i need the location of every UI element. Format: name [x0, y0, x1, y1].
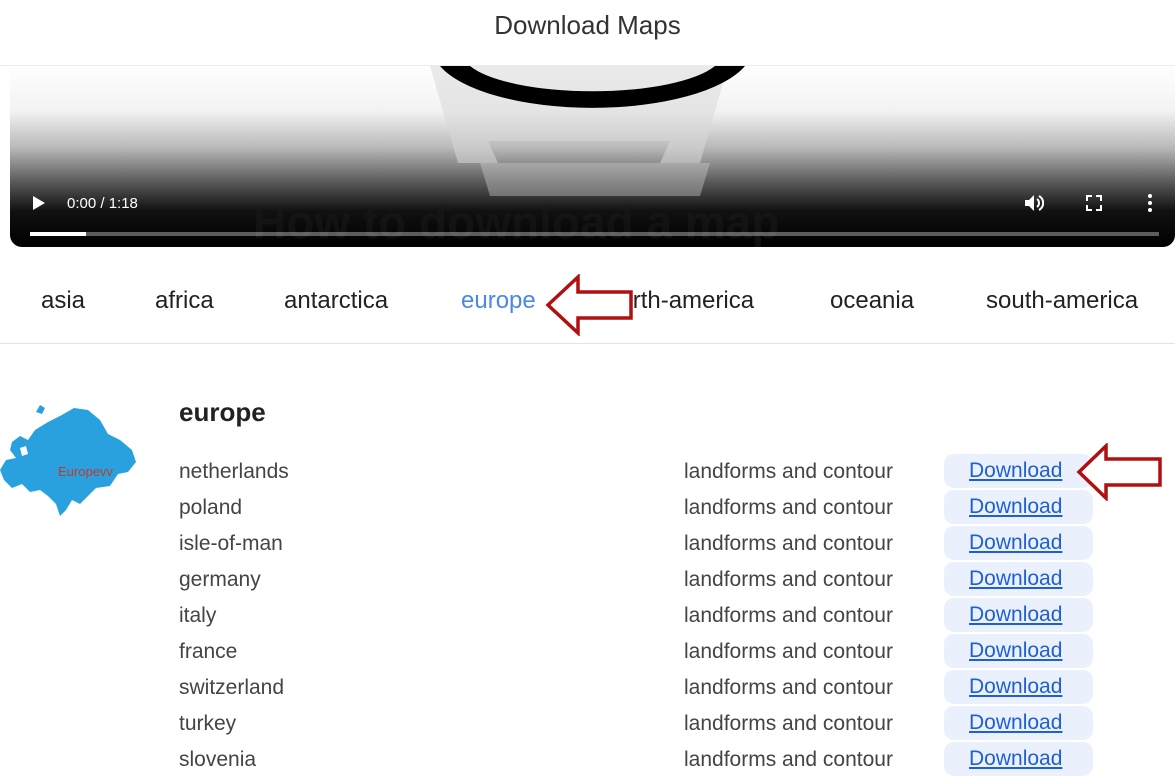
tab-africa[interactable]: africa: [155, 287, 214, 315]
country-name: netherlands: [179, 460, 289, 483]
country-name: italy: [179, 604, 217, 627]
download-link[interactable]: Download: [969, 567, 1062, 591]
map-description: landforms and contour: [684, 496, 893, 519]
download-link[interactable]: Download: [969, 603, 1062, 627]
video-player[interactable]: How to download a map 0:00 / 1:18: [10, 66, 1175, 247]
download-cell: Download: [944, 706, 1093, 740]
list-item: switzerland landforms and contour Downlo…: [0, 670, 1175, 706]
download-link[interactable]: Download: [969, 531, 1062, 555]
country-name: turkey: [179, 712, 237, 735]
map-description: landforms and contour: [684, 640, 893, 663]
download-cell: Download: [944, 562, 1093, 596]
map-description: landforms and contour: [684, 712, 893, 735]
tab-oceania[interactable]: oceania: [830, 287, 914, 315]
country-name: germany: [179, 568, 261, 591]
download-link[interactable]: Download: [969, 639, 1062, 663]
tab-europe[interactable]: europe: [461, 287, 536, 315]
download-link[interactable]: Download: [969, 675, 1062, 699]
section-title: europe: [179, 397, 266, 427]
country-name: isle-of-man: [179, 532, 283, 555]
download-cell: Download: [944, 454, 1093, 488]
map-description: landforms and contour: [684, 568, 893, 591]
more-options-icon[interactable]: [1146, 192, 1154, 214]
tab-asia[interactable]: asia: [41, 287, 85, 315]
fullscreen-icon[interactable]: [1085, 194, 1103, 212]
country-name: france: [179, 640, 238, 663]
download-link[interactable]: Download: [969, 459, 1062, 483]
tab-antarctica[interactable]: antarctica: [284, 287, 388, 315]
download-link[interactable]: Download: [969, 495, 1062, 519]
annotation-arrow-download: [1076, 443, 1162, 501]
map-description: landforms and contour: [684, 460, 893, 483]
page-title: Download Maps: [494, 10, 681, 40]
download-cell: Download: [944, 598, 1093, 632]
map-description: landforms and contour: [684, 676, 893, 699]
list-item: isle-of-man landforms and contour Downlo…: [0, 526, 1175, 562]
country-name: poland: [179, 496, 243, 519]
tab-south-america[interactable]: south-america: [986, 287, 1138, 315]
download-cell: Download: [944, 526, 1093, 560]
download-cell: Download: [944, 634, 1093, 668]
map-description: landforms and contour: [684, 604, 893, 627]
list-item: germany landforms and contour Download: [0, 562, 1175, 598]
video-controls: 0:00 / 1:18: [10, 167, 1175, 247]
list-item: slovenia landforms and contour Download: [0, 742, 1175, 778]
annotation-arrow-tabs: [545, 274, 633, 336]
download-link[interactable]: Download: [969, 747, 1062, 771]
map-description: landforms and contour: [684, 532, 893, 555]
list-item: france landforms and contour Download: [0, 634, 1175, 670]
list-item: turkey landforms and contour Download: [0, 706, 1175, 742]
download-cell: Download: [944, 742, 1093, 776]
download-link[interactable]: Download: [969, 711, 1062, 735]
country-name: slovenia: [179, 748, 257, 771]
volume-icon[interactable]: [1023, 193, 1045, 213]
play-icon[interactable]: [32, 195, 46, 211]
video-progress-fill: [30, 232, 87, 236]
list-item: italy landforms and contour Download: [0, 598, 1175, 634]
video-progress-bar[interactable]: [30, 232, 1159, 236]
map-description: landforms and contour: [684, 748, 893, 771]
download-cell: Download: [944, 670, 1093, 704]
list-item: netherlands landforms and contour Downlo…: [0, 454, 1175, 490]
video-time: 0:00 / 1:18: [67, 195, 138, 212]
header: Download Maps: [0, 0, 1175, 66]
country-name: switzerland: [179, 676, 285, 699]
list-item: poland landforms and contour Download: [0, 490, 1175, 526]
download-cell: Download: [944, 490, 1093, 524]
